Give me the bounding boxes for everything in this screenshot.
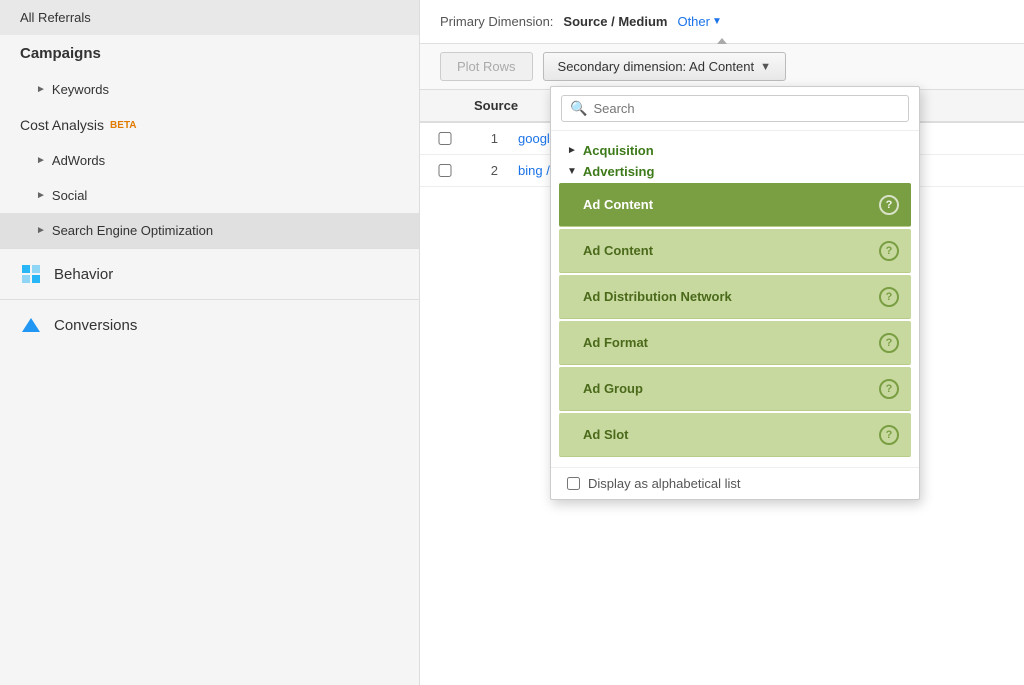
help-icon[interactable]: ? — [879, 379, 899, 399]
secondary-dim-label: Secondary dimension: Ad Content — [558, 59, 755, 74]
row-checkbox-1[interactable] — [436, 132, 454, 145]
sidebar-item-campaigns[interactable]: Campaigns — [0, 35, 419, 72]
source-column-header: Source — [474, 98, 518, 113]
sidebar-item-label: Search Engine Optimization — [52, 223, 213, 238]
sidebar-item-keywords[interactable]: ► Keywords — [0, 72, 419, 107]
other-label: Other — [677, 14, 710, 29]
item-label: Ad Format — [583, 335, 648, 350]
sidebar-item-conversions[interactable]: Conversions — [0, 299, 419, 350]
dropdown-item-ad-slot[interactable]: Ad Slot ? — [559, 413, 911, 457]
sidebar-section-label: Conversions — [54, 317, 137, 334]
help-icon[interactable]: ? — [879, 287, 899, 307]
dropdown-body: ► Acquisition ▼ Advertising Ad Content ?… — [551, 131, 919, 467]
dropdown-footer: Display as alphabetical list — [551, 467, 919, 499]
sidebar-section-label: Behavior — [54, 266, 113, 283]
row-link-1[interactable]: googl — [518, 131, 550, 146]
row-checkbox-2[interactable] — [436, 164, 454, 177]
dropdown-item-ad-content-2[interactable]: Ad Content ? — [559, 229, 911, 273]
help-icon[interactable]: ? — [879, 333, 899, 353]
dropdown-arrow-icon: ▼ — [760, 61, 771, 73]
alphabetical-label: Display as alphabetical list — [588, 476, 740, 491]
item-label: Ad Slot — [583, 427, 629, 442]
row-number: 1 — [474, 131, 498, 146]
help-icon[interactable]: ? — [879, 195, 899, 215]
plot-rows-button[interactable]: Plot Rows — [440, 52, 533, 81]
row-link-2[interactable]: bing / — [518, 163, 550, 178]
sidebar-item-label: Keywords — [52, 82, 109, 97]
sidebar-item-label: Campaigns — [20, 45, 101, 62]
main-content: Primary Dimension: Source / Medium Other… — [420, 0, 1024, 685]
dropdown-search-area: 🔍 — [551, 87, 919, 131]
sidebar-item-seo[interactable]: ► Search Engine Optimization — [0, 213, 419, 248]
category-acquisition[interactable]: ► Acquisition — [551, 139, 919, 160]
dropdown-item-ad-content-selected[interactable]: Ad Content ? — [559, 183, 911, 227]
secondary-dimension-dropdown: 🔍 ► Acquisition ▼ Advertising Ad — [550, 86, 920, 500]
secondary-dimension-button[interactable]: Secondary dimension: Ad Content ▼ — [543, 52, 786, 81]
category-label: Advertising — [583, 164, 655, 179]
row-number: 2 — [474, 163, 498, 178]
sidebar-item-label: Cost Analysis — [20, 117, 104, 133]
arrow-icon: ► — [36, 225, 46, 236]
primary-dimension-value: Source / Medium — [563, 14, 667, 29]
item-label: Ad Group — [583, 381, 643, 396]
sidebar-item-label: AdWords — [52, 153, 105, 168]
behavior-icon — [20, 263, 42, 285]
expanded-arrow-icon: ▼ — [567, 166, 577, 177]
dropdown-item-ad-format[interactable]: Ad Format ? — [559, 321, 911, 365]
dropdown-item-ad-distribution-network[interactable]: Ad Distribution Network ? — [559, 275, 911, 319]
item-label: Ad Content — [583, 243, 653, 258]
item-label: Ad Distribution Network — [583, 289, 732, 304]
item-label: Ad Content — [583, 197, 653, 212]
toolbar-row: Plot Rows Secondary dimension: Ad Conten… — [420, 44, 1024, 90]
sidebar-item-adwords[interactable]: ► AdWords — [0, 143, 419, 178]
beta-badge: BETA — [110, 120, 136, 131]
caret-down-icon: ▼ — [712, 16, 722, 27]
sidebar-item-all-referrals[interactable]: All Referrals — [0, 0, 419, 35]
plot-rows-label: Plot Rows — [457, 59, 516, 74]
search-icon: 🔍 — [570, 100, 587, 117]
primary-dimension-label: Primary Dimension: — [440, 14, 553, 29]
sidebar-item-behavior[interactable]: Behavior — [0, 248, 419, 299]
category-label: Acquisition — [583, 143, 654, 158]
search-field-container: 🔍 — [561, 95, 909, 122]
arrow-icon: ► — [36, 190, 46, 201]
sidebar: All Referrals Campaigns ► Keywords Cost … — [0, 0, 420, 685]
collapsed-arrow-icon: ► — [567, 145, 577, 156]
dropdown-item-ad-group[interactable]: Ad Group ? — [559, 367, 911, 411]
category-advertising[interactable]: ▼ Advertising — [551, 160, 919, 181]
arrow-icon: ► — [36, 84, 46, 95]
help-icon[interactable]: ? — [879, 241, 899, 261]
sidebar-item-cost-analysis[interactable]: Cost Analysis BETA — [0, 107, 419, 143]
arrow-icon: ► — [36, 155, 46, 166]
sidebar-item-social[interactable]: ► Social — [0, 178, 419, 213]
other-button[interactable]: Other ▼ — [677, 14, 721, 29]
dropdown-caret-up-icon — [717, 38, 727, 44]
sidebar-item-label: Social — [52, 188, 87, 203]
alphabetical-checkbox[interactable] — [567, 477, 580, 490]
conversions-icon — [20, 314, 42, 336]
search-input[interactable] — [593, 101, 900, 116]
sidebar-item-label: All Referrals — [20, 10, 91, 25]
help-icon[interactable]: ? — [879, 425, 899, 445]
